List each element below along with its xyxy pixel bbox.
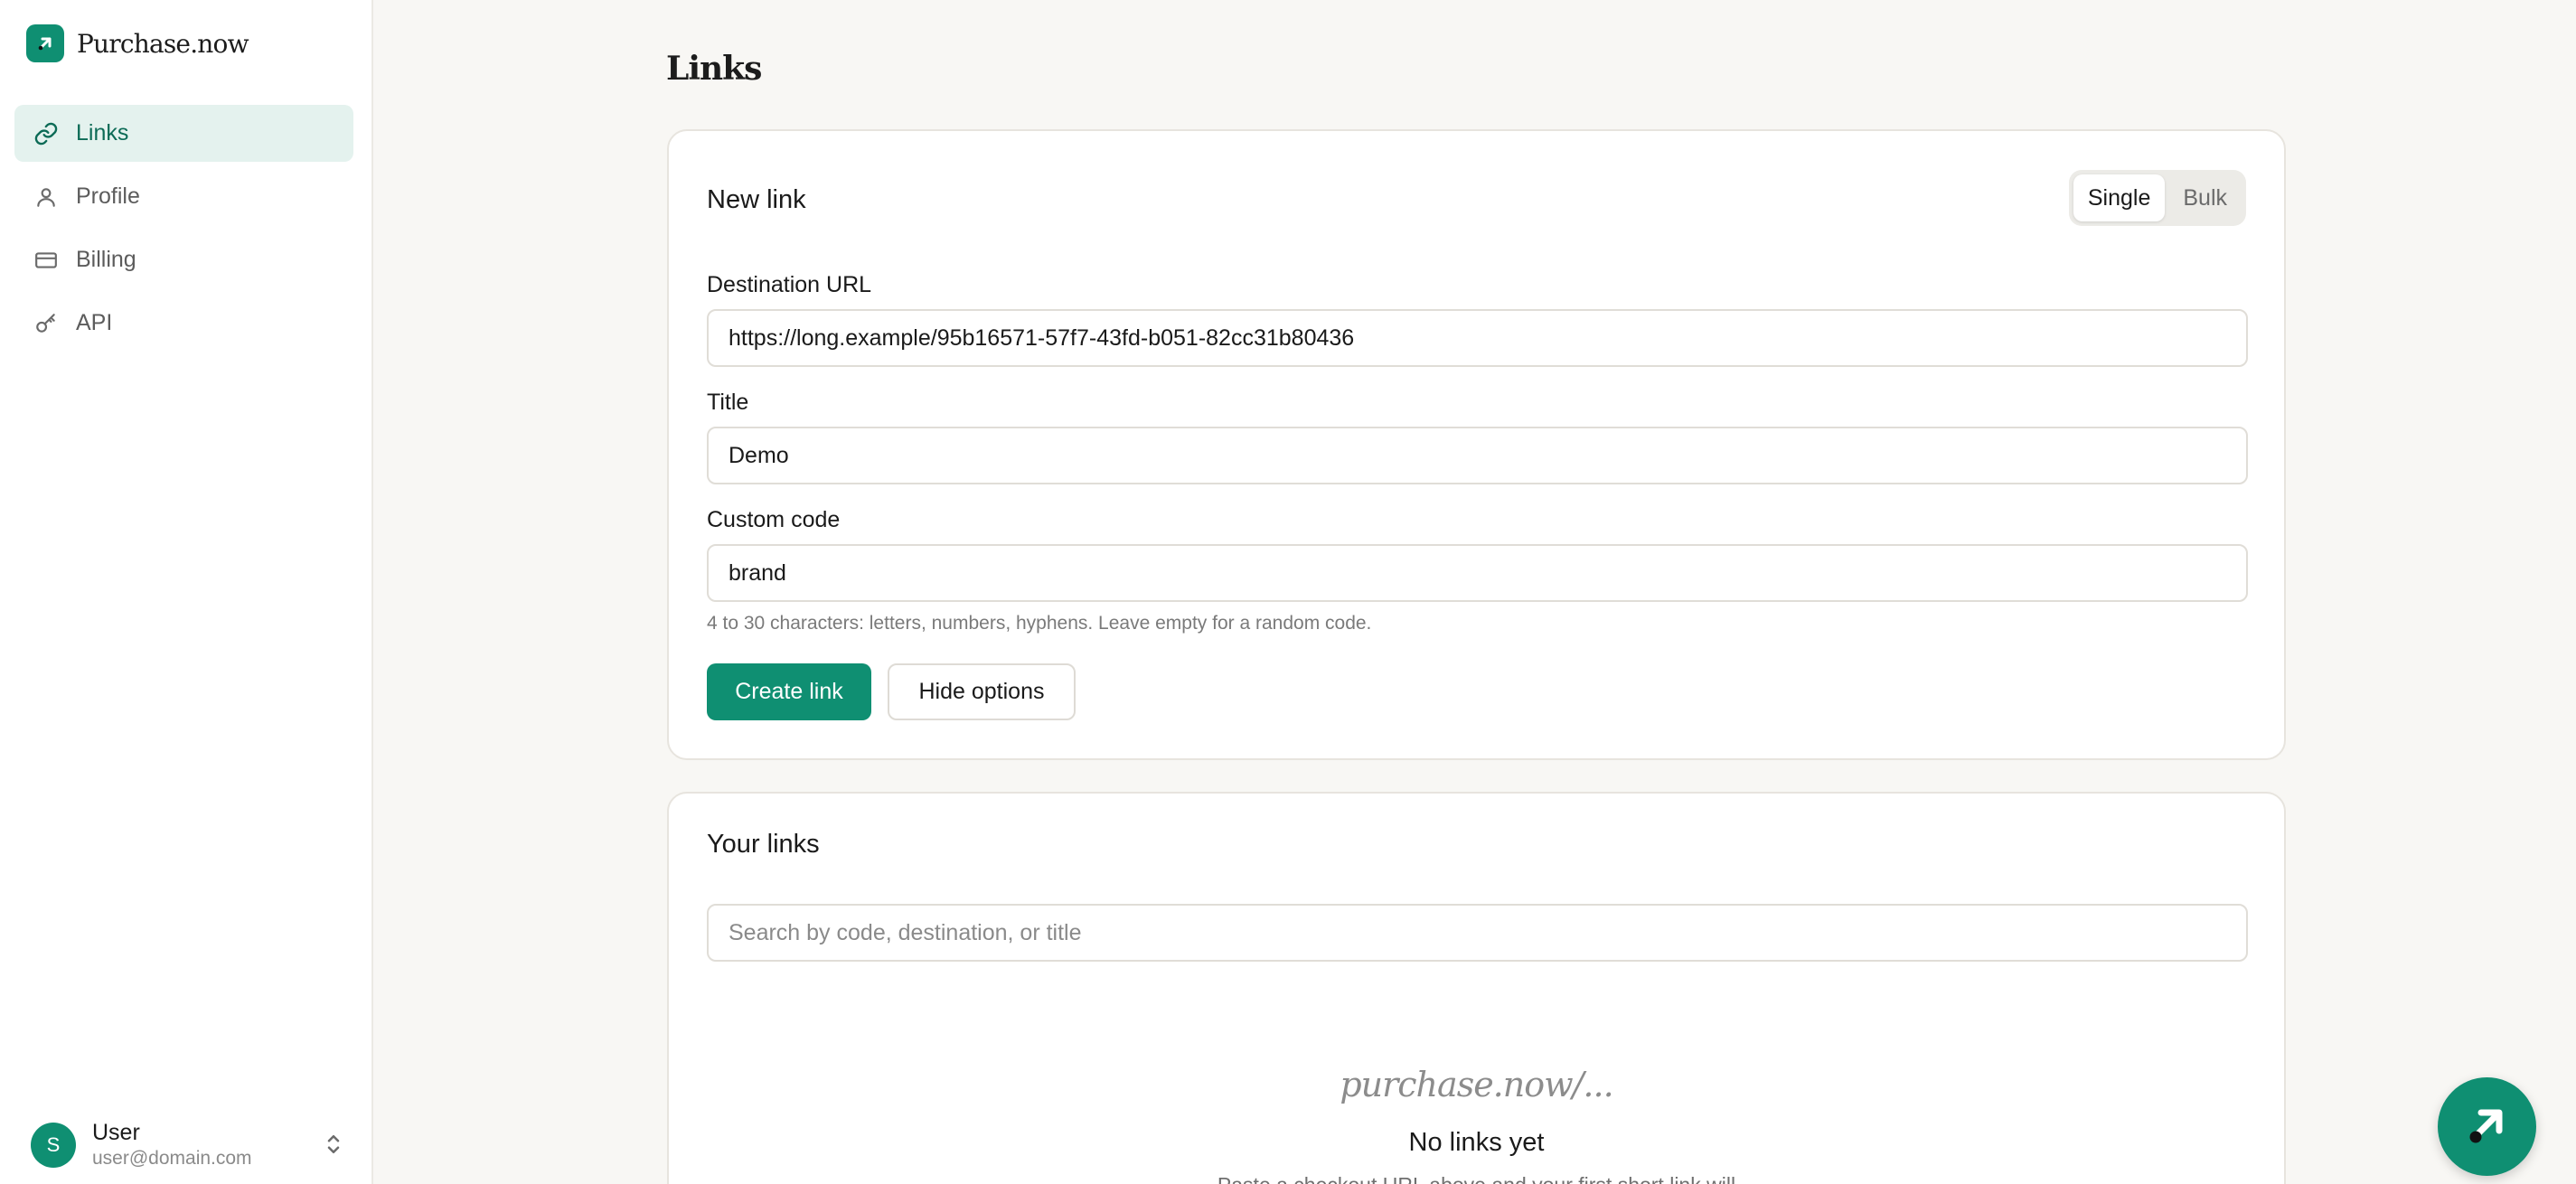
empty-state-title: No links yet xyxy=(1408,1128,1545,1157)
chevron-up-down-icon xyxy=(320,1131,347,1158)
user-info: User user@domain.com xyxy=(92,1119,252,1171)
avatar: S xyxy=(31,1123,76,1168)
floating-action-button[interactable] xyxy=(2438,1077,2536,1176)
new-link-card: New link Single Bulk Destination URL Tit… xyxy=(667,129,2286,760)
user-email: user@domain.com xyxy=(92,1148,252,1169)
sidebar-item-links[interactable]: Links xyxy=(14,105,353,162)
tab-single[interactable]: Single xyxy=(2073,174,2166,221)
title-label: Title xyxy=(707,390,749,415)
your-links-card: Your links purchase.now/... No links yet… xyxy=(667,792,2286,1184)
hide-options-button[interactable]: Hide options xyxy=(888,663,1076,720)
destination-url-input[interactable] xyxy=(707,309,2248,367)
page-title: Links xyxy=(666,50,762,88)
arrow-up-right-icon xyxy=(26,24,64,62)
sidebar: Purchase.now Links Profile Billing API S… xyxy=(0,0,373,1184)
sidebar-item-label: Billing xyxy=(76,247,136,272)
mode-toggle: Single Bulk xyxy=(2068,170,2246,226)
key-icon xyxy=(33,310,60,337)
empty-state-hero: purchase.now/... xyxy=(1340,1065,1613,1104)
app-root: Purchase.now Links Profile Billing API S… xyxy=(0,0,2576,1184)
brand-name: Purchase.now xyxy=(77,28,249,59)
sidebar-item-label: API xyxy=(76,310,113,335)
create-link-button[interactable]: Create link xyxy=(707,663,871,720)
search-input[interactable] xyxy=(707,904,2248,962)
sidebar-item-api[interactable]: API xyxy=(14,295,353,352)
user-menu[interactable]: S User user@domain.com xyxy=(31,1118,347,1172)
sidebar-item-profile[interactable]: Profile xyxy=(14,168,353,225)
brand[interactable]: Purchase.now xyxy=(26,24,249,62)
custom-code-label: Custom code xyxy=(707,507,841,532)
arrow-up-right-icon xyxy=(2459,1096,2515,1157)
user-icon xyxy=(33,183,60,211)
sidebar-nav: Links Profile Billing API xyxy=(14,105,353,358)
destination-url-label: Destination URL xyxy=(707,272,872,297)
sidebar-item-label: Links xyxy=(76,120,129,146)
title-input[interactable] xyxy=(707,427,2248,484)
your-links-title: Your links xyxy=(707,830,820,859)
credit-card-icon xyxy=(33,247,60,274)
custom-code-input[interactable] xyxy=(707,544,2248,602)
new-link-title: New link xyxy=(707,185,806,214)
sidebar-item-billing[interactable]: Billing xyxy=(14,231,353,288)
custom-code-hint: 4 to 30 characters: letters, numbers, hy… xyxy=(707,613,1372,634)
link-icon xyxy=(33,120,60,147)
tab-bulk[interactable]: Bulk xyxy=(2168,174,2242,221)
empty-state-subtitle: Paste a checkout URL above and your firs… xyxy=(669,1173,2284,1184)
sidebar-item-label: Profile xyxy=(76,183,140,209)
user-name: User xyxy=(92,1120,140,1145)
